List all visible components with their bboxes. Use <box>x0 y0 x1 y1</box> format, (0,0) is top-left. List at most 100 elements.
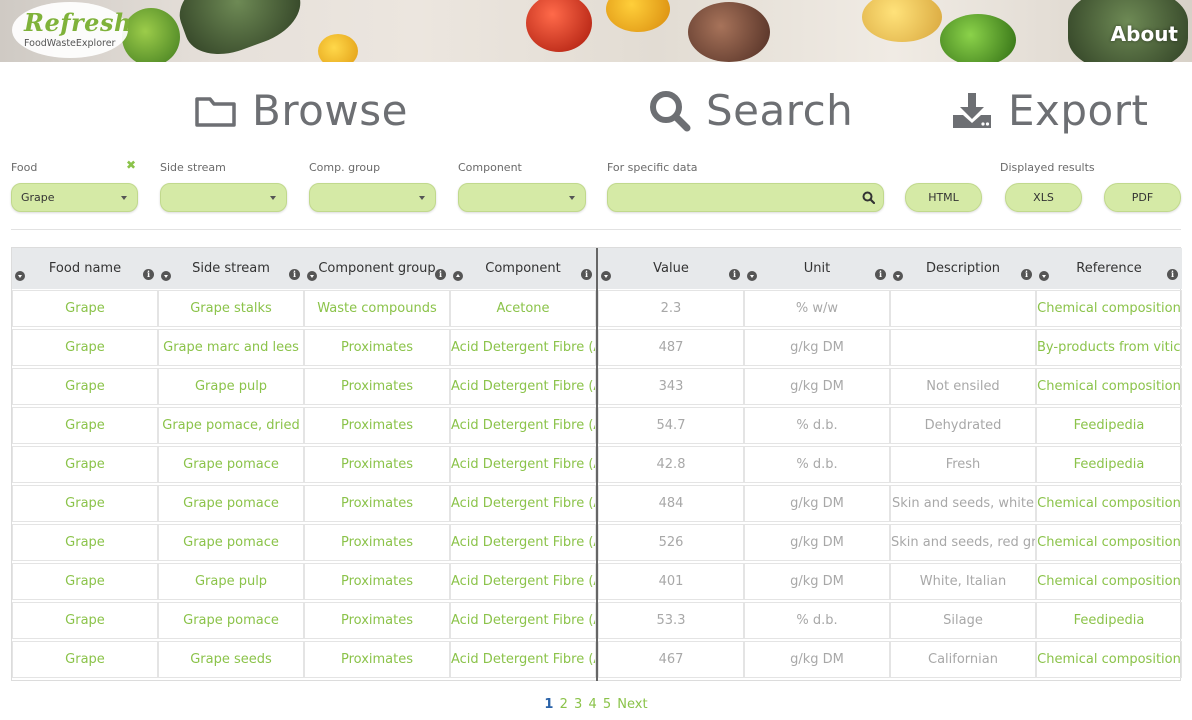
component-select[interactable] <box>458 183 586 212</box>
cell-side-stream[interactable]: Grape pomace <box>158 446 304 483</box>
cell-side-stream[interactable]: Grape pulp <box>158 368 304 405</box>
cell-component[interactable]: Acid Detergent Fibre (ADF) <box>450 446 596 483</box>
column-header-food-name[interactable]: Food name i <box>12 248 158 289</box>
cell-description: Skin and seeds, red grape <box>890 524 1036 561</box>
cell-side-stream[interactable]: Grape marc and lees <box>158 329 304 366</box>
cell-side-stream[interactable]: Grape seeds <box>158 641 304 678</box>
cell-food-name[interactable]: Grape <box>12 290 158 327</box>
cell-food-name[interactable]: Grape <box>12 524 158 561</box>
next-page-link[interactable]: Next <box>617 697 647 712</box>
cell-component-group[interactable]: Waste compounds <box>304 290 450 327</box>
info-icon[interactable]: i <box>729 269 740 280</box>
cell-side-stream[interactable]: Grape pulp <box>158 563 304 600</box>
cell-component-group[interactable]: Proximates <box>304 524 450 561</box>
export-xls-button[interactable]: XLS <box>1005 183 1082 212</box>
cell-component-group[interactable]: Proximates <box>304 641 450 678</box>
info-icon[interactable]: i <box>143 269 154 280</box>
cell-reference[interactable]: Feedipedia <box>1036 407 1182 444</box>
column-header-unit[interactable]: Unit i <box>744 248 890 289</box>
cell-reference[interactable]: Feedipedia <box>1036 446 1182 483</box>
cell-food-name[interactable]: Grape <box>12 446 158 483</box>
export-pdf-button[interactable]: PDF <box>1104 183 1181 212</box>
cell-reference[interactable]: Chemical composition <box>1036 641 1182 678</box>
side-stream-select[interactable] <box>160 183 287 212</box>
column-header-component-group[interactable]: Component group i <box>304 248 450 289</box>
info-icon[interactable]: i <box>289 269 300 280</box>
cell-component-group[interactable]: Proximates <box>304 329 450 366</box>
cell-component[interactable]: Acid Detergent Fibre (ADF) <box>450 368 596 405</box>
clear-food-icon[interactable]: ✖ <box>126 158 136 172</box>
cell-component-group[interactable]: Proximates <box>304 563 450 600</box>
cell-component-group[interactable]: Proximates <box>304 446 450 483</box>
cell-component-group[interactable]: Proximates <box>304 407 450 444</box>
cell-unit: g/kg DM <box>744 329 890 366</box>
cell-value: 2.3 <box>598 290 744 327</box>
column-header-description[interactable]: Description i <box>890 248 1036 289</box>
cell-unit: g/kg DM <box>744 524 890 561</box>
nav-search[interactable]: Search <box>648 86 853 135</box>
page-link-1[interactable]: 1 <box>544 697 553 712</box>
cell-component-group[interactable]: Proximates <box>304 602 450 639</box>
produce-photo-yellow-tomato <box>318 34 358 62</box>
cell-component[interactable]: Acid Detergent Fibre (ADF) <box>450 524 596 561</box>
cell-side-stream[interactable]: Grape stalks <box>158 290 304 327</box>
cell-food-name[interactable]: Grape <box>12 563 158 600</box>
column-header-reference[interactable]: Reference i <box>1036 248 1182 289</box>
nav-export-label: Export <box>1008 86 1149 135</box>
specific-data-input[interactable] <box>616 189 856 207</box>
cell-reference[interactable]: Chemical composition <box>1036 368 1182 405</box>
produce-photo-tomato <box>526 0 592 52</box>
about-link[interactable]: About <box>1111 22 1178 46</box>
cell-side-stream[interactable]: Grape pomace, dried <box>158 407 304 444</box>
cell-reference[interactable]: Chemical composition <box>1036 290 1182 327</box>
cell-side-stream[interactable]: Grape pomace <box>158 524 304 561</box>
column-header-component[interactable]: Component i <box>450 248 596 289</box>
info-icon[interactable]: i <box>581 269 592 280</box>
specific-data-label: For specific data <box>607 161 698 174</box>
export-html-button[interactable]: HTML <box>905 183 982 212</box>
chevron-down-icon <box>121 196 127 200</box>
info-icon[interactable]: i <box>435 269 446 280</box>
nav-browse[interactable]: Browse <box>194 86 408 135</box>
cell-component-group[interactable]: Proximates <box>304 368 450 405</box>
cell-component[interactable]: Acid Detergent Fibre (ADF) <box>450 329 596 366</box>
page-link-2[interactable]: 2 <box>560 697 568 712</box>
cell-component[interactable]: Acid Detergent Fibre (ADF) <box>450 407 596 444</box>
nav-export[interactable]: Export <box>950 86 1148 135</box>
cell-food-name[interactable]: Grape <box>12 407 158 444</box>
column-header-value[interactable]: Value i <box>598 248 744 289</box>
cell-food-name[interactable]: Grape <box>12 485 158 522</box>
column-header-side-stream[interactable]: Side stream i <box>158 248 304 289</box>
info-icon[interactable]: i <box>875 269 886 280</box>
refresh-logo[interactable]: Refresh FoodWasteExplorer <box>12 2 131 58</box>
cell-side-stream[interactable]: Grape pomace <box>158 485 304 522</box>
info-icon[interactable]: i <box>1167 269 1178 280</box>
cell-food-name[interactable]: Grape <box>12 329 158 366</box>
cell-reference[interactable]: Chemical composition <box>1036 524 1182 561</box>
cell-side-stream[interactable]: Grape pomace <box>158 602 304 639</box>
filter-divider <box>11 229 1181 230</box>
cell-component[interactable]: Acid Detergent Fibre (ADF) <box>450 485 596 522</box>
cell-food-name[interactable]: Grape <box>12 368 158 405</box>
cell-reference[interactable]: Feedipedia <box>1036 602 1182 639</box>
page-link-5[interactable]: 5 <box>603 697 611 712</box>
comp-group-select[interactable] <box>309 183 436 212</box>
search-icon[interactable] <box>862 191 875 204</box>
cell-component[interactable]: Acid Detergent Fibre (ADF) <box>450 641 596 678</box>
cell-component[interactable]: Acid Detergent Fibre (ADF) <box>450 563 596 600</box>
cell-food-name[interactable]: Grape <box>12 602 158 639</box>
info-icon[interactable]: i <box>1021 269 1032 280</box>
cell-reference[interactable]: Chemical composition <box>1036 485 1182 522</box>
specific-data-search[interactable] <box>607 183 884 212</box>
cell-reference[interactable]: By-products from viticulture <box>1036 329 1182 366</box>
food-select[interactable]: Grape <box>11 183 138 212</box>
cell-component-group[interactable]: Proximates <box>304 485 450 522</box>
cell-component[interactable]: Acid Detergent Fibre (ADF) <box>450 602 596 639</box>
page-link-4[interactable]: 4 <box>588 697 596 712</box>
cell-reference[interactable]: Chemical composition <box>1036 563 1182 600</box>
page-link-3[interactable]: 3 <box>574 697 582 712</box>
download-icon <box>953 92 991 128</box>
frozen-column-divider[interactable] <box>596 248 598 681</box>
cell-food-name[interactable]: Grape <box>12 641 158 678</box>
cell-component[interactable]: Acetone <box>450 290 596 327</box>
